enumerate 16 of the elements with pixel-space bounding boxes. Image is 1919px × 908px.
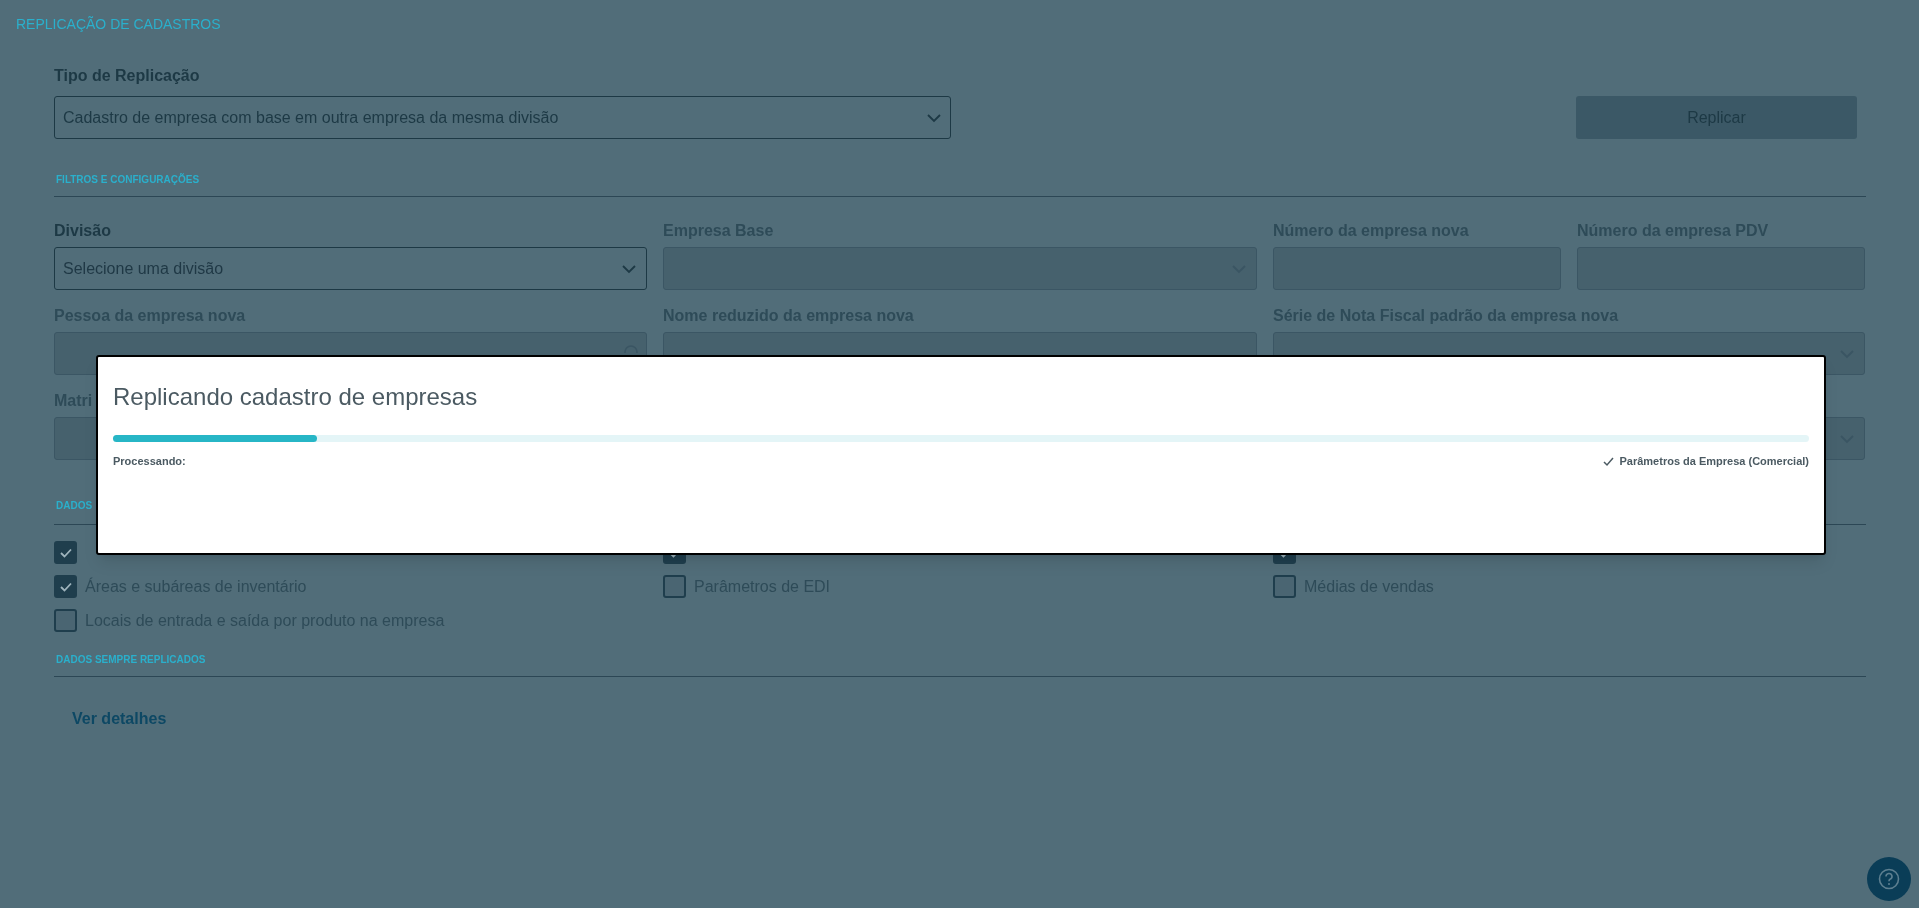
section-heading: FILTROS E CONFIGURAÇÕES [56,174,200,185]
status-label: Processando: [113,454,186,469]
section-heading: DADOS [56,500,93,511]
checkbox[interactable] [54,541,77,564]
help-icon [1878,868,1900,890]
details-link[interactable]: Ver detalhes [72,707,167,731]
checkbox[interactable] [54,609,77,632]
check-icon [1603,455,1615,467]
current-step: Parâmetros da Empresa (Comercial) [1619,453,1809,470]
section-heading: DADOS SEMPRE REPLICADOS [56,654,206,665]
checkbox[interactable] [54,575,77,598]
dialog-title: Replicando cadastro de empresas [113,382,478,412]
checkbox[interactable] [663,575,686,598]
help-button[interactable] [1867,857,1911,901]
page-title: REPLICAÇÃO DE CADASTROS [16,15,221,34]
checkbox[interactable] [1273,575,1296,598]
